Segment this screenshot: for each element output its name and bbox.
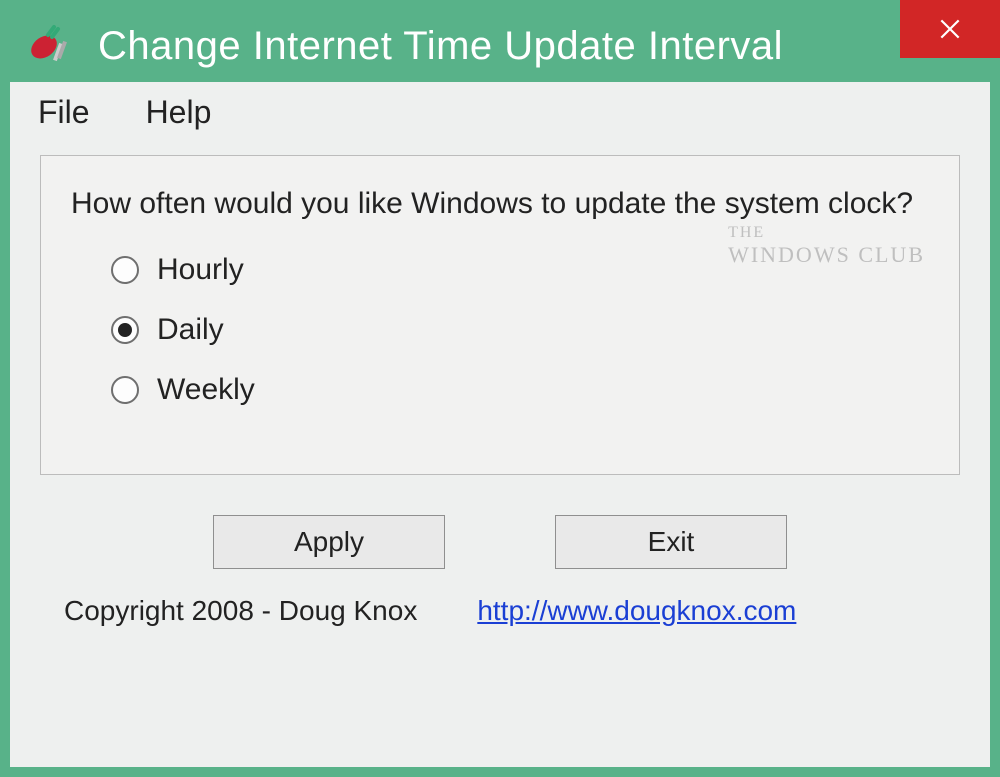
- interval-groupbox: How often would you like Windows to upda…: [40, 155, 960, 475]
- radio-weekly-label: Weekly: [157, 373, 255, 407]
- title-bar: Change Internet Time Update Interval: [10, 10, 990, 82]
- menu-bar: File Help: [10, 82, 990, 145]
- app-icon: [24, 23, 70, 69]
- radio-hourly-label: Hourly: [157, 253, 244, 287]
- close-button[interactable]: [900, 0, 1000, 58]
- radio-hourly-indicator: [111, 256, 139, 284]
- close-icon: [937, 16, 963, 42]
- radio-daily-label: Daily: [157, 313, 224, 347]
- author-link[interactable]: http://www.dougknox.com: [477, 595, 796, 627]
- radio-weekly[interactable]: Weekly: [111, 373, 929, 407]
- radio-weekly-indicator: [111, 376, 139, 404]
- copyright-text: Copyright 2008 - Doug Knox: [64, 595, 417, 627]
- prompt-text: How often would you like Windows to upda…: [71, 184, 929, 223]
- radio-daily[interactable]: Daily: [111, 313, 929, 347]
- interval-radio-group: Hourly Daily Weekly: [111, 253, 929, 407]
- menu-help[interactable]: Help: [138, 90, 220, 135]
- watermark-line1: THE: [728, 224, 925, 242]
- app-window: Change Internet Time Update Interval Fil…: [0, 0, 1000, 777]
- menu-file[interactable]: File: [30, 90, 98, 135]
- apply-button[interactable]: Apply: [213, 515, 445, 569]
- content-area: How often would you like Windows to upda…: [10, 145, 990, 627]
- window-title: Change Internet Time Update Interval: [98, 24, 783, 69]
- button-row: Apply Exit: [40, 515, 960, 569]
- watermark: THE WINDOWS CLUB: [728, 224, 925, 268]
- footer: Copyright 2008 - Doug Knox http://www.do…: [40, 569, 960, 627]
- watermark-line2: WINDOWS CLUB: [728, 242, 925, 268]
- exit-button[interactable]: Exit: [555, 515, 787, 569]
- radio-daily-indicator: [111, 316, 139, 344]
